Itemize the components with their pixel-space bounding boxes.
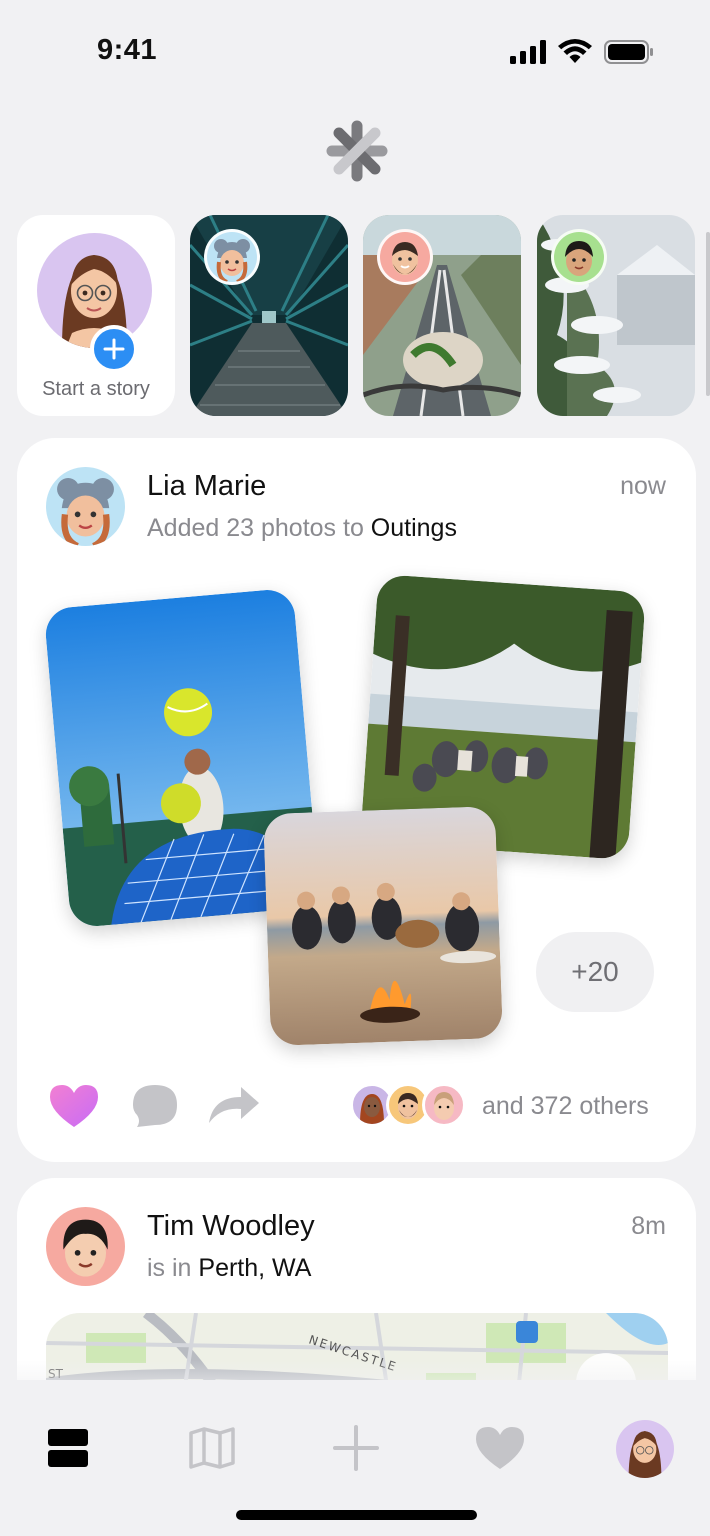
photo-beach[interactable]: [263, 806, 503, 1046]
heart-icon: [476, 1427, 524, 1469]
profile-avatar: [628, 1431, 662, 1478]
story-avatar: [551, 229, 607, 285]
post-timestamp: 8m: [631, 1212, 666, 1240]
wifi-icon: [558, 39, 592, 63]
story-overflow-edge: [706, 232, 710, 396]
more-photos-button[interactable]: +20: [536, 932, 654, 1012]
share-arrow-icon[interactable]: [207, 1085, 261, 1125]
post-timestamp: now: [620, 472, 666, 500]
app-logo-icon: [326, 120, 388, 182]
story-avatar: [377, 229, 433, 285]
plus-icon: [103, 338, 125, 360]
tab-add[interactable]: [328, 1420, 384, 1476]
comment-icon[interactable]: [131, 1083, 179, 1129]
add-icon: [333, 1425, 379, 1471]
post-author[interactable]: Lia Marie: [147, 470, 266, 503]
avatar[interactable]: [46, 467, 125, 546]
story-bike[interactable]: [363, 215, 521, 416]
start-story-label: Start a story: [42, 378, 150, 400]
add-story-button[interactable]: [90, 325, 138, 373]
status-bar: 9:41: [0, 0, 710, 100]
tab-likes[interactable]: [472, 1420, 528, 1476]
story-bridge[interactable]: [190, 215, 348, 416]
status-time: 9:41: [97, 34, 158, 66]
avatar: [422, 1083, 466, 1127]
battery-icon: [604, 40, 653, 64]
post-description: Added 23 photos to Outings: [147, 514, 457, 543]
photo-image: [263, 806, 503, 1046]
avatar[interactable]: [46, 1207, 125, 1286]
post-card[interactable]: Lia Marie Added 23 photos to Outings now: [17, 438, 696, 1162]
tab-feed[interactable]: [40, 1420, 96, 1476]
likes-count[interactable]: and 372 others: [482, 1092, 649, 1121]
tab-profile[interactable]: [616, 1420, 674, 1478]
post-action-text: Added 23 photos to: [147, 514, 371, 542]
cellular-signal-icon: [510, 40, 546, 64]
my-avatar: [37, 233, 152, 348]
story-avatar: [204, 229, 260, 285]
feed-icon: [48, 1429, 88, 1467]
story-snow[interactable]: [537, 215, 695, 416]
home-indicator[interactable]: [236, 1510, 477, 1520]
location-link[interactable]: Perth, WA: [198, 1254, 311, 1282]
start-story-card[interactable]: Start a story: [17, 215, 175, 416]
map-icon: [189, 1427, 235, 1469]
post-author[interactable]: Tim Woodley: [147, 1210, 315, 1243]
post-description: is in Perth, WA: [147, 1254, 311, 1283]
like-heart-icon[interactable]: [48, 1083, 100, 1129]
album-link[interactable]: Outings: [371, 514, 457, 542]
post-action-text: is in: [147, 1254, 199, 1282]
tab-map[interactable]: [184, 1420, 240, 1476]
